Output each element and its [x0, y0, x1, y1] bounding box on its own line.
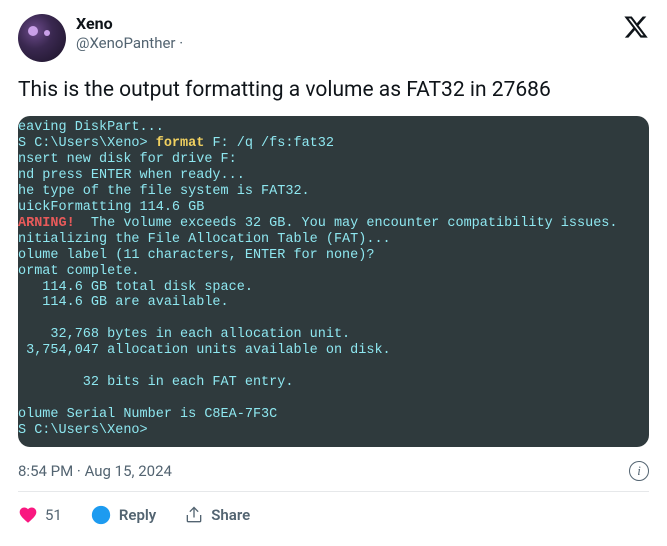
term-line: The volume exceeds 32 GB. You may encoun…: [75, 216, 618, 231]
share-label: Share: [211, 506, 250, 524]
term-line: nd press ENTER when ready...: [18, 168, 245, 183]
share-icon: [184, 505, 204, 525]
avatar[interactable]: [18, 14, 66, 62]
term-cmd: format: [156, 136, 213, 151]
tweet-text: This is the output formatting a volume a…: [18, 76, 649, 104]
term-line: ormat complete.: [18, 264, 140, 279]
term-args: F: /q /fs:fat32: [212, 136, 334, 151]
x-logo-icon[interactable]: [623, 14, 649, 40]
user-handle: @XenoPanther ·: [76, 34, 183, 53]
term-line: 114.6 GB are available.: [18, 295, 229, 310]
reply-label: Reply: [119, 506, 156, 524]
timestamp[interactable]: 8:54 PM · Aug 15, 2024: [18, 462, 172, 480]
term-prompt: S C:\Users\Xeno>: [18, 136, 156, 151]
term-line: nsert new disk for drive F:: [18, 152, 237, 167]
tweet-header: Xeno @XenoPanther ·: [18, 14, 649, 62]
display-name: Xeno: [76, 14, 183, 34]
term-line: 32 bits in each FAT entry.: [18, 375, 293, 390]
term-line: he type of the file system is FAT32.: [18, 184, 310, 199]
info-icon[interactable]: i: [629, 461, 649, 481]
like-button[interactable]: 51: [18, 505, 62, 525]
meta-row: 8:54 PM · Aug 15, 2024 i: [18, 461, 649, 481]
term-line: eaving DiskPart...: [18, 120, 164, 135]
term-line: olume label (11 characters, ENTER for no…: [18, 248, 374, 263]
term-warn: ARNING!: [18, 216, 75, 231]
terminal-screenshot: eaving DiskPart... S C:\Users\Xeno> form…: [18, 116, 649, 446]
like-count: 51: [45, 506, 62, 524]
reply-icon: [90, 504, 112, 526]
term-line: olume Serial Number is C8EA-7F3C: [18, 407, 277, 422]
heart-icon: [18, 505, 38, 525]
term-line: nitializing the File Allocation Table (F…: [18, 232, 391, 247]
divider: [18, 491, 649, 492]
term-prompt: S C:\Users\Xeno>: [18, 423, 148, 438]
user-block[interactable]: Xeno @XenoPanther ·: [76, 14, 183, 53]
actions-bar: 51 Reply Share: [18, 504, 649, 526]
term-line: 114.6 GB total disk space.: [18, 280, 253, 295]
term-line: 32,768 bytes in each allocation unit.: [18, 327, 350, 342]
reply-button[interactable]: Reply: [90, 504, 156, 526]
term-line: uickFormatting 114.6 GB: [18, 200, 204, 215]
term-line: 3,754,047 allocation units available on …: [18, 343, 391, 358]
share-button[interactable]: Share: [184, 505, 250, 525]
